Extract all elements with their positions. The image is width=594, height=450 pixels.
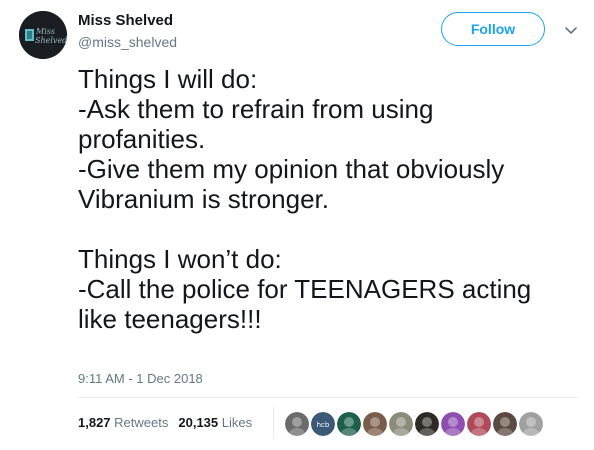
tweet-line: Vibranium is stronger. [78,184,329,214]
tweet-line: -Call the police for TEENAGERS acting [78,274,532,304]
divider [78,397,578,398]
retweets-count: 1,827 [78,415,111,430]
liker-avatar[interactable] [491,410,519,438]
tweet-line: like teenagers!!! [78,304,262,334]
tweet-line: Things I will do: [78,64,258,94]
tweet-line: Things I won’t do: [78,244,282,274]
liker-avatar[interactable] [283,410,311,438]
liker-avatars: hcb [283,410,545,438]
liker-avatar[interactable] [387,410,415,438]
liker-avatar-text: hcb [317,421,330,429]
liker-avatar[interactable] [413,410,441,438]
liker-avatar[interactable] [335,410,363,438]
stats-separator [273,407,274,439]
author-name[interactable]: Miss Shelved [78,12,173,29]
tweet-line: -Ask them to refrain from using [78,94,434,124]
tweet-text: Things I will do: -Ask them to refrain f… [78,64,578,334]
tweet-card: Miss Shelved Miss Shelved @miss_shelved … [0,0,594,450]
likes-label: Likes [221,415,253,430]
likes-stat[interactable]: 20,135 Likes [178,415,252,430]
author-avatar[interactable]: Miss Shelved [19,11,67,59]
tweet-stats: 1,827 Retweets 20,135 Likes [78,415,252,430]
retweets-stat[interactable]: 1,827 Retweets [78,415,168,430]
likes-count: 20,135 [178,415,219,430]
follow-button[interactable]: Follow [441,12,545,46]
author-handle[interactable]: @miss_shelved [78,34,177,50]
tweet-timestamp[interactable]: 9:11 AM - 1 Dec 2018 [78,371,203,386]
tweet-line: -Give them my opinion that obviously [78,154,505,184]
retweets-label: Retweets [114,415,169,430]
liker-avatar[interactable] [517,410,545,438]
svg-text:Shelved: Shelved [35,36,67,45]
liker-avatar[interactable]: hcb [309,410,337,438]
chevron-down-icon[interactable] [563,22,579,38]
liker-avatar[interactable] [361,410,389,438]
tweet-line: profanities. [78,124,206,154]
avatar-logo-text: Miss [35,27,55,36]
liker-avatar[interactable] [439,410,467,438]
liker-avatar[interactable] [465,410,493,438]
